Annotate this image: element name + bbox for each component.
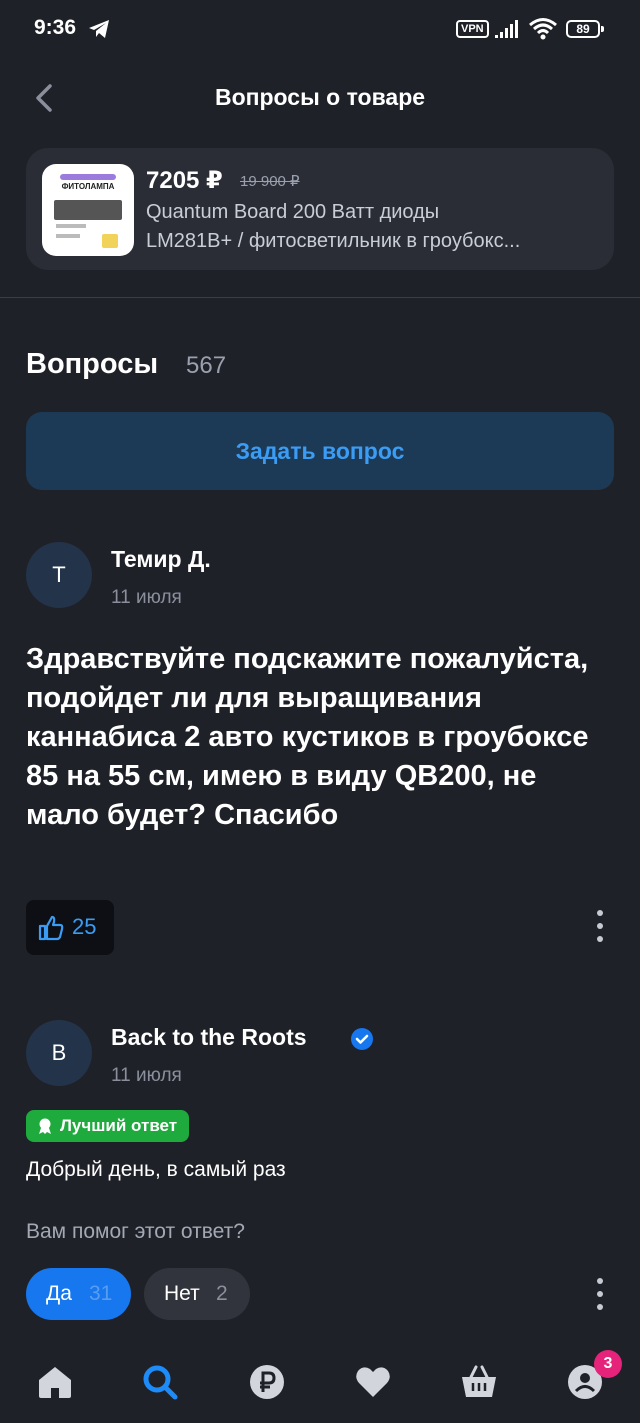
like-button[interactable]: 25 bbox=[26, 900, 114, 955]
yes-label: Да bbox=[46, 1282, 72, 1305]
questions-count: 567 bbox=[186, 352, 227, 379]
product-old-price: 19 900 ₽ bbox=[240, 173, 300, 190]
answer-date: 11 июля bbox=[111, 1065, 182, 1086]
helpful-yes-button[interactable]: Да 31 bbox=[26, 1268, 131, 1320]
ask-question-button[interactable]: Задать вопрос bbox=[26, 412, 614, 490]
page-title: Вопросы о товаре bbox=[214, 84, 426, 110]
award-icon bbox=[39, 1118, 51, 1134]
product-price: 7205 ₽ bbox=[146, 167, 223, 194]
question-author-name[interactable]: Темир Д. bbox=[111, 546, 211, 573]
battery-indicator: 89 bbox=[566, 20, 604, 38]
answer-more-button[interactable] bbox=[592, 1274, 608, 1314]
ruble-icon[interactable] bbox=[247, 1362, 287, 1402]
answer-author-name[interactable]: Back to the Roots bbox=[111, 1024, 307, 1051]
telegram-icon bbox=[89, 20, 109, 38]
like-count: 25 bbox=[72, 914, 97, 939]
thumbs-up-icon bbox=[38, 915, 64, 941]
question-author-avatar[interactable]: Т bbox=[26, 542, 92, 608]
question-date: 11 июля bbox=[111, 587, 182, 608]
answer-text: Добрый день, в самый раз bbox=[26, 1158, 286, 1181]
search-icon[interactable] bbox=[140, 1362, 180, 1402]
wifi-icon bbox=[529, 18, 557, 40]
divider bbox=[0, 297, 640, 298]
no-label: Нет bbox=[164, 1282, 200, 1305]
product-name-line-2: LM281B+ / фитосветильник в гроубокс... bbox=[146, 230, 521, 252]
product-name-line-1: Quantum Board 200 Ватт диоды bbox=[146, 201, 440, 223]
vpn-indicator: VPN bbox=[456, 20, 489, 38]
heart-icon[interactable] bbox=[353, 1362, 393, 1402]
product-name: Quantum Board 200 Ватт диоды LM281B+ / ф… bbox=[146, 198, 606, 256]
question-text: Здравствуйте подскажите пожалуйста, подо… bbox=[26, 643, 589, 831]
best-answer-label: Лучший ответ bbox=[60, 1116, 178, 1135]
signal-icon bbox=[495, 20, 518, 38]
product-image: ФИТОЛАМПА bbox=[42, 164, 134, 256]
profile-notification-badge: 3 bbox=[594, 1350, 622, 1378]
home-icon[interactable] bbox=[35, 1362, 75, 1402]
helpful-no-button[interactable]: Нет 2 bbox=[144, 1268, 250, 1320]
product-card[interactable]: ФИТОЛАМПА 7205 ₽ 19 900 ₽ Quantum Board … bbox=[26, 148, 614, 270]
basket-icon[interactable] bbox=[459, 1362, 499, 1402]
answer-author-avatar[interactable]: В bbox=[26, 1020, 92, 1086]
no-count: 2 bbox=[216, 1282, 228, 1305]
product-image-label: ФИТОЛАМПА bbox=[61, 182, 115, 191]
questions-title: Вопросы bbox=[26, 348, 159, 380]
yes-count: 31 bbox=[89, 1282, 113, 1305]
question-more-button[interactable] bbox=[592, 906, 608, 946]
status-time: 9:36 bbox=[34, 16, 77, 39]
best-answer-badge: Лучший ответ bbox=[26, 1110, 190, 1142]
verified-icon bbox=[351, 1028, 373, 1050]
helpful-question: Вам помог этот ответ? bbox=[26, 1220, 245, 1243]
